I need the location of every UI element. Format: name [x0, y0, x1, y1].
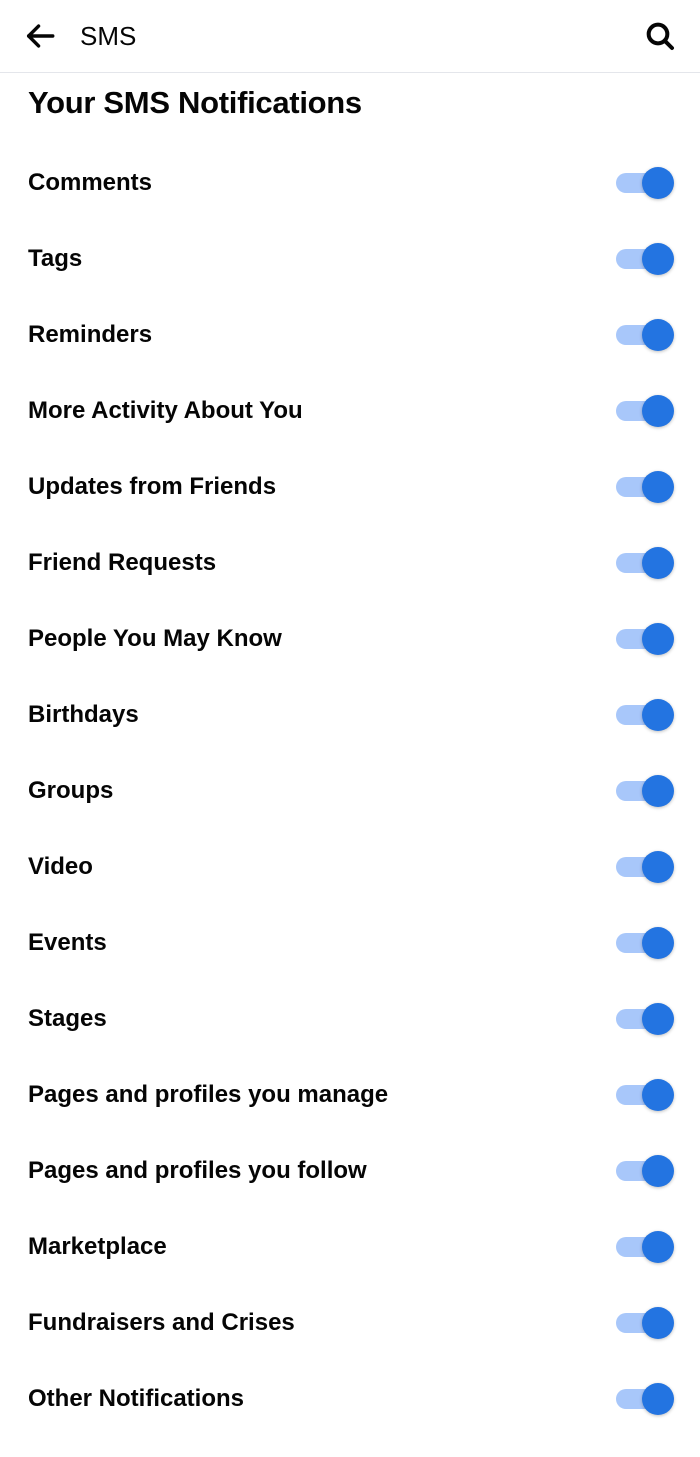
- toggle-knob: [642, 243, 674, 275]
- toggle-knob: [642, 1307, 674, 1339]
- toggle-knob: [642, 1231, 674, 1263]
- toggle-knob: [642, 395, 674, 427]
- setting-row-updates-friends: Updates from Friends: [28, 449, 672, 525]
- arrow-left-icon: [23, 19, 57, 53]
- toggle-knob: [642, 547, 674, 579]
- setting-row-comments: Comments: [28, 145, 672, 221]
- settings-list: Comments Tags Reminders More Activity About…: [28, 145, 672, 1437]
- setting-row-stages: Stages: [28, 981, 672, 1057]
- toggle-knob: [642, 775, 674, 807]
- setting-row-video: Video: [28, 829, 672, 905]
- toggle-knob: [642, 1003, 674, 1035]
- toggle-video[interactable]: [616, 851, 672, 883]
- search-icon: [644, 20, 676, 52]
- toggle-fundraisers[interactable]: [616, 1307, 672, 1339]
- setting-label-pages-manage: Pages and profiles you manage: [28, 1081, 388, 1109]
- setting-label-birthdays: Birthdays: [28, 701, 139, 729]
- setting-row-reminders: Reminders: [28, 297, 672, 373]
- back-button[interactable]: [22, 18, 58, 54]
- header-title: SMS: [80, 21, 136, 52]
- toggle-tags[interactable]: [616, 243, 672, 275]
- page-title: Your SMS Notifications: [28, 85, 672, 121]
- search-button[interactable]: [642, 18, 678, 54]
- setting-label-more-activity: More Activity About You: [28, 397, 303, 425]
- setting-row-birthdays: Birthdays: [28, 677, 672, 753]
- setting-row-pages-manage: Pages and profiles you manage: [28, 1057, 672, 1133]
- setting-label-video: Video: [28, 853, 93, 881]
- setting-label-groups: Groups: [28, 777, 113, 805]
- toggle-knob: [642, 1079, 674, 1111]
- setting-row-marketplace: Marketplace: [28, 1209, 672, 1285]
- toggle-pages-follow[interactable]: [616, 1155, 672, 1187]
- toggle-pages-manage[interactable]: [616, 1079, 672, 1111]
- toggle-friend-requests[interactable]: [616, 547, 672, 579]
- toggle-knob: [642, 1383, 674, 1415]
- toggle-stages[interactable]: [616, 1003, 672, 1035]
- setting-label-updates-friends: Updates from Friends: [28, 473, 276, 501]
- setting-label-people-you-may-know: People You May Know: [28, 625, 282, 653]
- toggle-knob: [642, 927, 674, 959]
- toggle-updates-friends[interactable]: [616, 471, 672, 503]
- toggle-knob: [642, 319, 674, 351]
- toggle-knob: [642, 623, 674, 655]
- setting-row-groups: Groups: [28, 753, 672, 829]
- header-left: SMS: [22, 18, 136, 54]
- toggle-knob: [642, 167, 674, 199]
- toggle-more-activity[interactable]: [616, 395, 672, 427]
- setting-row-events: Events: [28, 905, 672, 981]
- toggle-knob: [642, 851, 674, 883]
- toggle-other[interactable]: [616, 1383, 672, 1415]
- setting-label-events: Events: [28, 929, 107, 957]
- setting-label-marketplace: Marketplace: [28, 1233, 167, 1261]
- toggle-people-you-may-know[interactable]: [616, 623, 672, 655]
- toggle-comments[interactable]: [616, 167, 672, 199]
- toggle-groups[interactable]: [616, 775, 672, 807]
- toggle-events[interactable]: [616, 927, 672, 959]
- setting-label-stages: Stages: [28, 1005, 107, 1033]
- toggle-birthdays[interactable]: [616, 699, 672, 731]
- setting-row-more-activity: More Activity About You: [28, 373, 672, 449]
- setting-row-fundraisers: Fundraisers and Crises: [28, 1285, 672, 1361]
- toggle-knob: [642, 1155, 674, 1187]
- setting-row-people-you-may-know: People You May Know: [28, 601, 672, 677]
- setting-label-fundraisers: Fundraisers and Crises: [28, 1309, 295, 1337]
- setting-row-tags: Tags: [28, 221, 672, 297]
- setting-row-friend-requests: Friend Requests: [28, 525, 672, 601]
- setting-label-other: Other Notifications: [28, 1385, 244, 1413]
- toggle-knob: [642, 471, 674, 503]
- toggle-knob: [642, 699, 674, 731]
- setting-label-tags: Tags: [28, 245, 82, 273]
- content: Your SMS Notifications Comments Tags Remin…: [0, 73, 700, 1457]
- toggle-marketplace[interactable]: [616, 1231, 672, 1263]
- setting-row-pages-follow: Pages and profiles you follow: [28, 1133, 672, 1209]
- setting-label-friend-requests: Friend Requests: [28, 549, 216, 577]
- setting-label-comments: Comments: [28, 169, 152, 197]
- toggle-reminders[interactable]: [616, 319, 672, 351]
- setting-label-reminders: Reminders: [28, 321, 152, 349]
- app-header: SMS: [0, 0, 700, 73]
- setting-label-pages-follow: Pages and profiles you follow: [28, 1157, 367, 1185]
